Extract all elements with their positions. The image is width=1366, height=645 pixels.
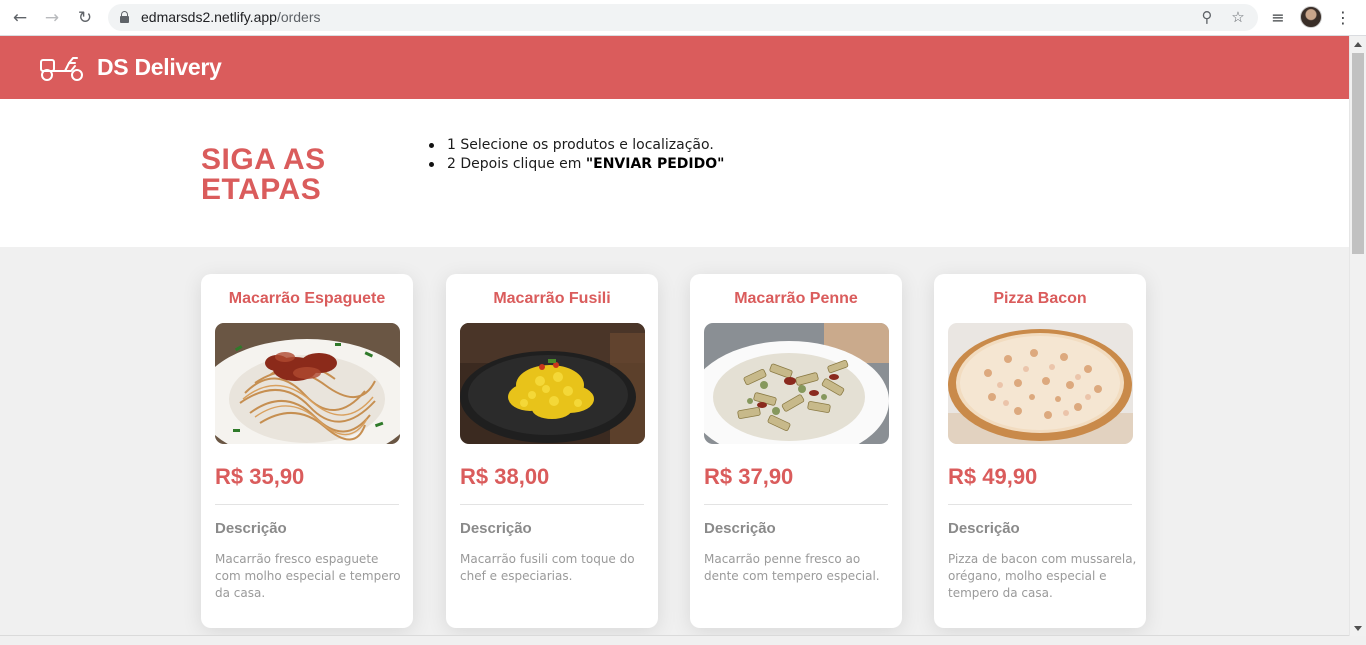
address-bar[interactable]: edmarsds2.netlify.app/orders ⚲ ☆ xyxy=(108,4,1258,31)
product-description: Pizza de bacon com mussarela, orégano, m… xyxy=(948,552,1137,600)
product-image xyxy=(704,323,889,444)
product-name: Macarrão Espaguete xyxy=(228,290,386,307)
app-navbar: DS Delivery xyxy=(0,36,1349,99)
card-divider xyxy=(460,504,644,505)
steps-section: SIGA AS ETAPAS 1 Selecione os produtos e… xyxy=(0,99,1349,247)
page-scrollbar[interactable] xyxy=(1349,36,1366,636)
reload-icon[interactable]: ↻ xyxy=(74,7,96,29)
zoom-icon[interactable]: ⚲ xyxy=(1198,8,1216,26)
profile-avatar[interactable] xyxy=(1300,6,1322,28)
delivery-scooter-icon[interactable] xyxy=(39,54,85,82)
product-price: R$ 37,90 xyxy=(704,464,794,489)
product-image xyxy=(948,323,1133,444)
step-item-1: 1 Selecione os produtos e localização. xyxy=(428,136,724,155)
step-item-2: 2 Depois clique em "ENVIAR PEDIDO" xyxy=(428,155,725,174)
card-divider xyxy=(704,504,888,505)
product-description: Macarrão fusili com toque do chef e espe… xyxy=(460,552,635,583)
steps-list: 1 Selecione os produtos e localização. 2… xyxy=(428,136,725,174)
brand-title[interactable]: DS Delivery xyxy=(97,54,222,81)
product-price: R$ 38,00 xyxy=(460,464,550,489)
lock-icon[interactable] xyxy=(120,11,129,23)
card-divider xyxy=(215,504,399,505)
product-image xyxy=(215,323,400,444)
product-name: Macarrão Penne xyxy=(734,290,858,307)
step-text: 1 Selecione os produtos e localização. xyxy=(447,137,714,153)
url-text[interactable]: edmarsds2.netlify.app/orders xyxy=(141,9,321,25)
product-name: Macarrão Fusili xyxy=(493,290,611,307)
media-control-icon[interactable]: ≡ xyxy=(1267,7,1289,29)
url-path: /orders xyxy=(276,9,321,25)
page-viewport: DS Delivery SIGA AS ETAPAS 1 Selecione o… xyxy=(0,36,1349,636)
browser-menu-icon[interactable]: ⋮ xyxy=(1332,7,1354,29)
description-label: Descrição xyxy=(704,520,776,537)
scroll-down-arrow-icon[interactable] xyxy=(1354,626,1362,631)
scrollbar-thumb[interactable] xyxy=(1352,53,1364,254)
step-text: 2 Depois clique em xyxy=(447,156,586,172)
product-image xyxy=(460,323,645,444)
scroll-up-arrow-icon[interactable] xyxy=(1354,42,1362,47)
page-divider xyxy=(0,635,1349,636)
product-name: Pizza Bacon xyxy=(993,290,1087,307)
steps-title: SIGA AS ETAPAS xyxy=(201,143,326,206)
card-divider xyxy=(948,504,1132,505)
product-card[interactable]: Macarrão Penne R$ 37,90 Descrição Macarr… xyxy=(690,274,902,628)
url-host: edmarsds2.netlify.app xyxy=(141,9,277,25)
description-label: Descrição xyxy=(215,520,287,537)
forward-arrow-icon[interactable]: → xyxy=(41,7,63,29)
product-description: Macarrão fresco espaguete com molho espe… xyxy=(215,552,401,600)
back-arrow-icon[interactable]: ← xyxy=(9,7,31,29)
product-card[interactable]: Pizza Bacon R$ 49,90 Descrição Pizza de … xyxy=(934,274,1146,628)
product-price: R$ 49,90 xyxy=(948,464,1038,489)
step-emphasis: "ENVIAR PEDIDO" xyxy=(585,156,725,172)
description-label: Descrição xyxy=(460,520,532,537)
product-card[interactable]: Macarrão Fusili R$ 38,00 Descrição Macar… xyxy=(446,274,658,628)
description-label: Descrição xyxy=(948,520,1020,537)
product-card[interactable]: Macarrão Espaguete R$ 35,90 Descrição Ma… xyxy=(201,274,413,628)
bookmark-star-icon[interactable]: ☆ xyxy=(1229,8,1247,26)
browser-toolbar: ← → ↻ edmarsds2.netlify.app/orders ⚲ ☆ ≡… xyxy=(0,0,1366,36)
product-price: R$ 35,90 xyxy=(215,464,305,489)
product-description: Macarrão penne fresco ao dente com tempe… xyxy=(704,552,880,583)
